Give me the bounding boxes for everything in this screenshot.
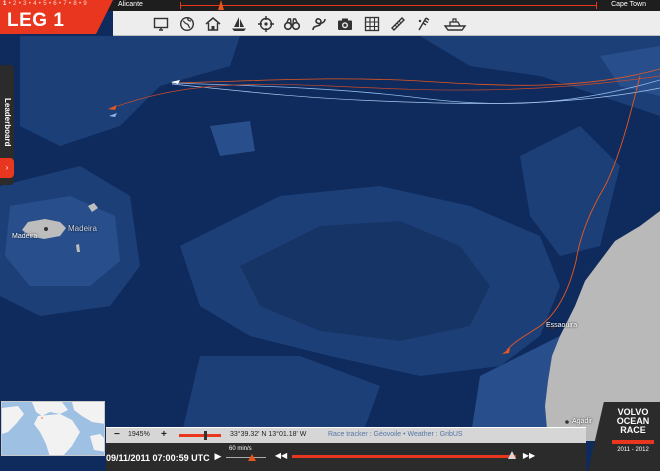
rope-knot-icon[interactable] xyxy=(311,16,327,32)
leg-6-link[interactable]: 6 xyxy=(53,1,57,7)
leg-1-link[interactable]: 1 xyxy=(3,1,7,7)
route-progress-strip: Alicante Cape Town xyxy=(98,0,660,11)
map-toolbar xyxy=(113,11,660,36)
leaderboard-expand-button[interactable]: › xyxy=(0,158,14,178)
rewind-icon: ◀◀ xyxy=(274,451,288,460)
zoom-slider-handle[interactable] xyxy=(204,431,207,440)
zoom-in-button[interactable]: + xyxy=(161,429,167,440)
leaderboard-tab[interactable]: Leaderboard › xyxy=(0,65,14,185)
play-button[interactable]: ▶ xyxy=(212,450,224,462)
place-label-madeira-region: Madeira xyxy=(68,224,97,233)
leg-5-link[interactable]: 5 xyxy=(43,1,47,7)
rewind-button[interactable]: ◀◀ xyxy=(274,450,288,462)
camera-icon[interactable] xyxy=(337,16,353,32)
wind-icon[interactable] xyxy=(416,16,432,32)
home-icon[interactable] xyxy=(205,16,221,32)
route-end-label: Cape Town xyxy=(611,1,646,8)
top-bar: Alicante Cape Town 1 • 2 • 3 • 4 • 5 • 6 • 7 • 8 • 9 LEG… xyxy=(0,0,660,38)
city-dot xyxy=(44,227,48,231)
world-minimap xyxy=(2,402,104,455)
place-label-madeira: Madeira xyxy=(12,233,38,240)
current-datetime: 09/11/2011 07:00:59 UTC xyxy=(106,453,210,463)
leg-7-link[interactable]: 7 xyxy=(63,1,67,7)
status-bar: − 1945% + 33°39.32' N 13°01.18' W Race t… xyxy=(106,427,586,443)
fast-forward-button[interactable]: ▶▶ xyxy=(522,450,536,462)
boat-icon[interactable] xyxy=(231,16,247,32)
ship-icon[interactable] xyxy=(443,16,467,32)
leg-4-link[interactable]: 4 xyxy=(33,1,37,7)
play-icon: ▶ xyxy=(214,451,222,461)
timeline-slider-track[interactable] xyxy=(292,455,516,458)
leg-2-link[interactable]: 2 xyxy=(13,1,17,7)
zoom-level: 1945% xyxy=(128,431,150,438)
place-label-agadir: Agadir xyxy=(572,418,593,425)
leg-9-link[interactable]: 9 xyxy=(83,1,87,7)
timeline-bar: 09/11/2011 07:00:59 UTC ▶ 60 min/s ◀◀ ▶▶ xyxy=(106,443,586,471)
leg-title: LEG 1 xyxy=(7,10,65,31)
zoom-out-button[interactable]: − xyxy=(114,429,120,440)
leg-8-link[interactable]: 8 xyxy=(73,1,77,7)
leg-3-link[interactable]: 3 xyxy=(23,1,27,7)
boat-marker-icon xyxy=(218,0,224,10)
speed-slider-handle[interactable] xyxy=(248,454,256,461)
place-label-essaouira: Essaouira xyxy=(546,322,578,329)
monitor-icon[interactable] xyxy=(153,16,169,32)
logo-stripe xyxy=(612,440,654,444)
city-dot xyxy=(565,420,569,424)
route-start-label: Alicante xyxy=(118,1,143,8)
leaderboard-label: Leaderboard xyxy=(3,97,12,147)
timeline-slider-handle[interactable] xyxy=(508,451,516,459)
overview-minimap[interactable] xyxy=(1,401,105,456)
speed-slider-track[interactable] xyxy=(226,457,266,461)
zoom-slider[interactable] xyxy=(179,434,221,437)
chevron-right-icon: › xyxy=(5,163,9,172)
route-progress-track xyxy=(180,5,596,6)
target-icon[interactable] xyxy=(258,16,274,32)
playback-speed-control[interactable]: 60 min/s xyxy=(226,446,266,466)
race-map[interactable]: Madeira Madeira Essaouira Agadir xyxy=(0,36,660,441)
route-end-tick xyxy=(596,2,597,9)
logo-years: 2011 - 2012 xyxy=(617,447,649,453)
cursor-coordinates: 33°39.32' N 13°01.18' W xyxy=(230,431,307,438)
playback-speed-label: 60 min/s xyxy=(229,446,252,452)
grid-icon[interactable] xyxy=(364,16,380,32)
globe-icon[interactable] xyxy=(179,16,195,32)
data-credits: Race tracker : Géovoile • Weather : Grib… xyxy=(328,431,463,438)
fleet-position-marker[interactable] xyxy=(218,0,224,10)
leg-selector: 1 • 2 • 3 • 4 • 5 • 6 • 7 • 8 • 9 xyxy=(3,1,88,7)
bathymetry-map xyxy=(0,36,660,441)
logo-wordmark: VOLVO OCEAN RACE xyxy=(616,407,650,435)
ruler-icon[interactable] xyxy=(390,16,406,32)
fast-forward-icon: ▶▶ xyxy=(522,451,536,460)
binoculars-icon[interactable] xyxy=(284,16,300,32)
leg-badge: 1 • 2 • 3 • 4 • 5 • 6 • 7 • 8 • 9 LEG 1 xyxy=(0,0,113,34)
